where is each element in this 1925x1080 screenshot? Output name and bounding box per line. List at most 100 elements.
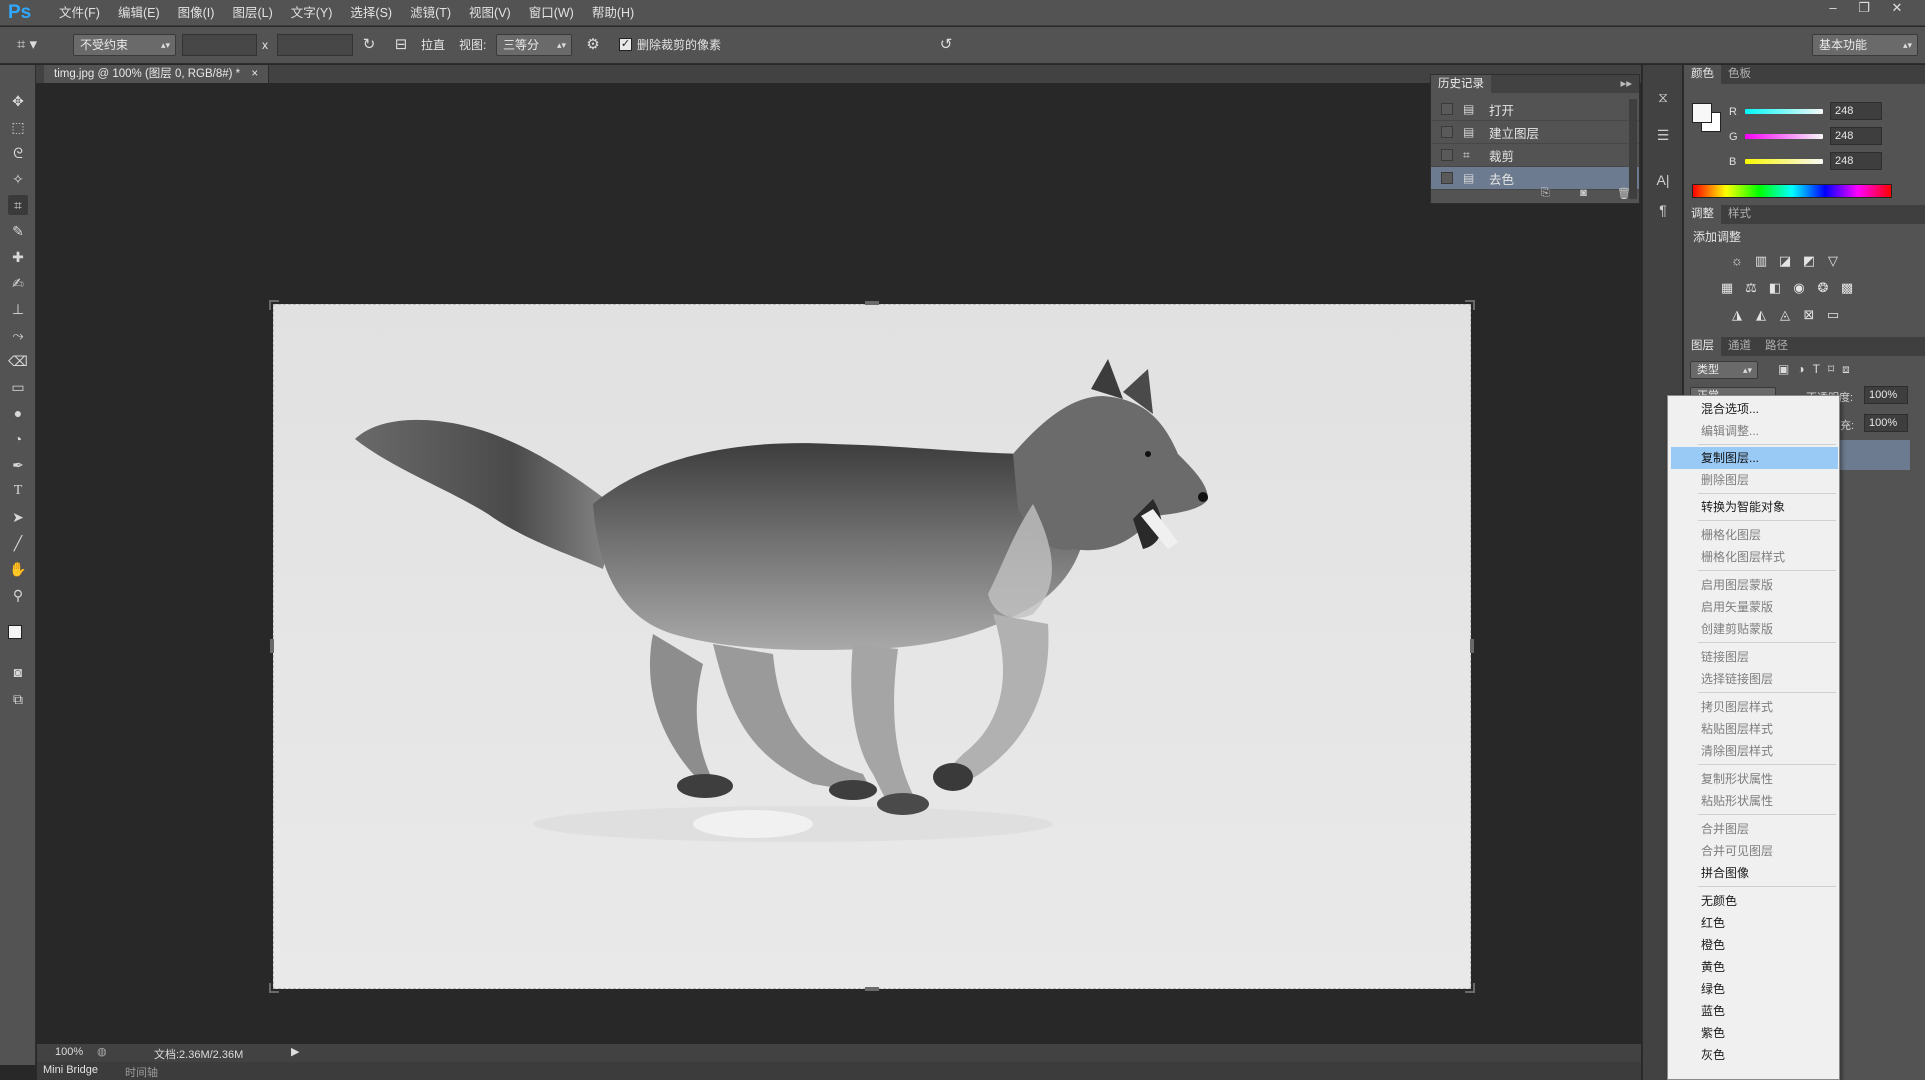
menu-type[interactable]: 文字(Y) (282, 0, 342, 26)
camera-icon[interactable]: ◙ (1580, 187, 1587, 201)
menu-item-blending-options[interactable]: 混合选项... (1668, 398, 1839, 420)
menu-item-green[interactable]: 绿色 (1668, 978, 1839, 1000)
delete-cropped-checkbox[interactable]: ✓ (619, 38, 632, 51)
b-value[interactable]: 248 (1830, 152, 1882, 170)
status-info-icon[interactable]: ◍ (97, 1045, 107, 1058)
eraser-tool-icon[interactable]: ⌫ (8, 351, 28, 371)
eyedropper-tool-icon[interactable]: ✎ (8, 221, 28, 241)
color-spectrum-ramp[interactable] (1692, 184, 1892, 198)
document-tab[interactable]: timg.jpg @ 100% (图层 0, RGB/8#) * × (44, 65, 270, 83)
pen-tool-icon[interactable]: ✒ (8, 455, 28, 475)
menu-item-no-color[interactable]: 无颜色 (1668, 890, 1839, 912)
crop-ratio-select[interactable]: 不受约束 ▴▾ (73, 34, 176, 56)
healing-brush-tool-icon[interactable]: ✚ (8, 247, 28, 267)
exposure-icon[interactable]: ◩ (1800, 252, 1818, 270)
history-snapshot-box[interactable] (1441, 172, 1453, 184)
invert-icon[interactable]: ◮ (1728, 306, 1746, 324)
menu-item-orange[interactable]: 橙色 (1668, 934, 1839, 956)
quick-mask-icon[interactable]: ◙ (8, 662, 28, 682)
menu-filter[interactable]: 滤镜(T) (401, 0, 460, 26)
history-snapshot-box[interactable] (1441, 103, 1453, 115)
crop-handle-left[interactable] (270, 639, 274, 653)
lasso-tool-icon[interactable]: ᘓ (8, 143, 28, 163)
color-balance-icon[interactable]: ⚖ (1742, 279, 1760, 297)
menu-item-enable-vector-mask[interactable]: 启用矢量蒙版 (1668, 596, 1839, 618)
history-scrollbar[interactable] (1629, 99, 1637, 199)
r-value[interactable]: 248 (1830, 102, 1882, 120)
r-slider[interactable] (1745, 109, 1823, 114)
line-tool-icon[interactable]: ╱ (8, 533, 28, 553)
stamp-tool-icon[interactable]: ⊥ (8, 299, 28, 319)
panel-collapse-icon[interactable]: ▸▸ (1613, 75, 1639, 93)
vibrance-icon[interactable]: ▽ (1824, 252, 1842, 270)
brush-tool-icon[interactable]: ✍ (8, 273, 28, 293)
straighten-icon[interactable]: ⊟ (390, 34, 412, 56)
crop-width-field[interactable] (182, 34, 257, 56)
menu-window[interactable]: 窗口(W) (520, 0, 583, 26)
crop-handle-right[interactable] (1470, 639, 1474, 653)
screen-mode-icon[interactable]: ⧉ (8, 689, 28, 709)
foreground-color-swatch[interactable] (8, 625, 22, 639)
menu-item-delete-layer[interactable]: 删除图层 (1668, 469, 1839, 491)
tab-history[interactable]: 历史记录 (1431, 75, 1491, 93)
menu-help[interactable]: 帮助(H) (583, 0, 643, 26)
menu-item-link-layers[interactable]: 链接图层 (1668, 646, 1839, 668)
menu-item-flatten-image[interactable]: 拼合图像 (1668, 862, 1839, 884)
photo-filter-icon[interactable]: ◉ (1790, 279, 1808, 297)
brightness-icon[interactable]: ☼ (1728, 252, 1746, 270)
path-select-tool-icon[interactable]: ➤ (8, 507, 28, 527)
channel-mixer-icon[interactable]: ❂ (1814, 279, 1832, 297)
restore-button[interactable]: ❐ (1849, 0, 1879, 18)
crop-handle-top-right[interactable] (1465, 300, 1475, 310)
history-row[interactable]: ▤ 建立图层 (1431, 121, 1639, 144)
menu-select[interactable]: 选择(S) (341, 0, 401, 26)
hue-saturation-icon[interactable]: ▦ (1718, 279, 1736, 297)
view-overlay-select[interactable]: 三等分 ▴▾ (496, 34, 572, 56)
selective-color-icon[interactable]: ⊠ (1800, 306, 1818, 324)
color-foreground-swatch[interactable] (1692, 103, 1712, 123)
menu-item-yellow[interactable]: 黄色 (1668, 956, 1839, 978)
menu-edit[interactable]: 编辑(E) (109, 0, 169, 26)
menu-view[interactable]: 视图(V) (460, 0, 520, 26)
menu-image[interactable]: 图像(I) (169, 0, 224, 26)
magic-wand-tool-icon[interactable]: ✧ (8, 169, 28, 189)
tab-channels[interactable]: 通道 (1721, 337, 1758, 356)
zoom-tool-icon[interactable]: ⚲ (8, 585, 28, 605)
menu-item-paste-shape-attributes[interactable]: 粘贴形状属性 (1668, 790, 1839, 812)
move-tool-icon[interactable]: ✥ (8, 91, 28, 111)
curves-icon[interactable]: ◪ (1776, 252, 1794, 270)
blur-tool-icon[interactable]: ● (8, 403, 28, 423)
menu-item-merge-visible[interactable]: 合并可见图层 (1668, 840, 1839, 862)
menu-item-rasterize-layer-style[interactable]: 栅格化图层样式 (1668, 546, 1839, 568)
opacity-value[interactable]: 100% (1864, 386, 1908, 404)
history-row[interactable]: ▤ 打开 (1431, 98, 1639, 121)
marquee-tool-icon[interactable]: ⬚ (8, 117, 28, 137)
crop-box[interactable] (273, 304, 1471, 989)
type-layer-filter-icon[interactable]: T (1813, 362, 1820, 377)
menu-item-rasterize-layer[interactable]: 栅格化图层 (1668, 524, 1839, 546)
menu-item-create-clipping-mask[interactable]: 创建剪贴蒙版 (1668, 618, 1839, 640)
history-brush-tool-icon[interactable]: ⤳ (8, 325, 28, 345)
menu-item-merge-layers[interactable]: 合并图层 (1668, 818, 1839, 840)
reset-crop-icon[interactable]: ↺ (935, 34, 957, 56)
character-panel-icon[interactable]: A| (1653, 170, 1673, 190)
gradient-map-icon[interactable]: ▭ (1824, 306, 1842, 324)
tab-adjustments[interactable]: 调整 (1684, 205, 1721, 224)
menu-item-blue[interactable]: 蓝色 (1668, 1000, 1839, 1022)
tab-color[interactable]: 颜色 (1684, 65, 1721, 84)
minimize-button[interactable]: – (1818, 0, 1848, 18)
crop-height-field[interactable] (277, 34, 353, 56)
close-button[interactable]: ✕ (1882, 0, 1912, 18)
gradient-tool-icon[interactable]: ▭ (8, 377, 28, 397)
tab-mini-bridge[interactable]: Mini Bridge (43, 1064, 98, 1076)
tab-layers[interactable]: 图层 (1684, 337, 1721, 356)
canvas-area[interactable] (37, 83, 1641, 1044)
hand-tool-icon[interactable]: ✋ (8, 559, 28, 579)
crop-tool-icon[interactable]: ⌗ (8, 195, 28, 215)
menu-item-duplicate-layer[interactable]: 复制图层... (1671, 447, 1838, 469)
menu-item-edit-adjustment[interactable]: 编辑调整... (1668, 420, 1839, 442)
menu-item-select-linked-layers[interactable]: 选择链接图层 (1668, 668, 1839, 690)
crop-handle-bottom-right[interactable] (1465, 983, 1475, 993)
black-white-icon[interactable]: ◧ (1766, 279, 1784, 297)
b-slider[interactable] (1745, 159, 1823, 164)
